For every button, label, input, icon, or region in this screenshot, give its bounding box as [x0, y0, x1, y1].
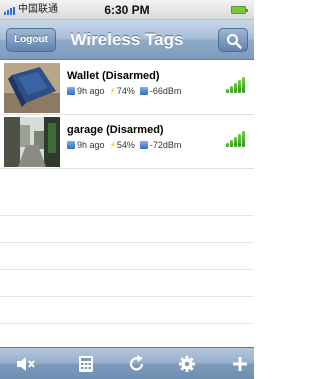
- tag-photo-garage: [4, 117, 60, 167]
- status-time: 6:30 PM: [104, 3, 150, 17]
- add-button[interactable]: [228, 353, 252, 375]
- battery-bolt-icon: ⚡: [109, 86, 116, 96]
- add-icon: [233, 357, 247, 371]
- tag-photo-wallet: [4, 63, 60, 113]
- status-bar: 中国联通 6:30 PM: [0, 0, 254, 20]
- search-button[interactable]: [218, 28, 248, 52]
- last-seen: 9h ago: [77, 140, 105, 150]
- mute-icon: [17, 357, 35, 371]
- settings-button[interactable]: [175, 353, 199, 375]
- calculator-button[interactable]: [74, 353, 98, 375]
- signal-strength-icon: [139, 141, 148, 149]
- empty-row-divider: [0, 323, 254, 324]
- battery-level: 54%: [116, 140, 135, 150]
- tag-row-garage[interactable]: garage (Disarmed) 9h ago ⚡ 54% -72dBm: [0, 115, 254, 169]
- bottom-toolbar: [0, 347, 254, 379]
- app-screen: 中国联通 6:30 PM Logout Wireless Tags Wallet…: [0, 0, 254, 379]
- signal-bars-icon: [226, 131, 248, 147]
- gear-icon: [179, 356, 195, 372]
- signal-dbm: -72dBm: [149, 140, 182, 150]
- empty-row-divider: [0, 215, 254, 216]
- navigation-bar: Logout Wireless Tags: [0, 20, 254, 60]
- tag-status-line: 9h ago ⚡ 74% -66dBm: [67, 85, 181, 97]
- page-title: Wireless Tags: [70, 30, 184, 49]
- battery-level: 74%: [116, 86, 135, 96]
- signal-dbm: -66dBm: [149, 86, 182, 96]
- refresh-button[interactable]: [125, 353, 149, 375]
- calculator-icon: [79, 356, 93, 372]
- search-icon: [227, 34, 242, 49]
- battery-icon: [231, 6, 248, 14]
- tag-status-line: 9h ago ⚡ 54% -72dBm: [67, 139, 181, 151]
- tag-list: Wallet (Disarmed) 9h ago ⚡ 74% -66dBm ga…: [0, 61, 254, 169]
- last-seen: 9h ago: [77, 86, 105, 96]
- signal-strength-icon: [139, 87, 148, 95]
- tag-name: Wallet (Disarmed): [67, 70, 160, 82]
- empty-row-divider: [0, 296, 254, 297]
- clock-icon: [67, 141, 75, 149]
- clock-icon: [67, 87, 75, 95]
- empty-row-divider: [0, 242, 254, 243]
- tag-row-wallet[interactable]: Wallet (Disarmed) 9h ago ⚡ 74% -66dBm: [0, 61, 254, 115]
- mute-button[interactable]: [14, 353, 38, 375]
- empty-row-divider: [0, 269, 254, 270]
- refresh-icon: [129, 355, 144, 371]
- battery-bolt-icon: ⚡: [109, 140, 116, 150]
- signal-bars-icon: [226, 77, 248, 93]
- tag-name: garage (Disarmed): [67, 124, 164, 136]
